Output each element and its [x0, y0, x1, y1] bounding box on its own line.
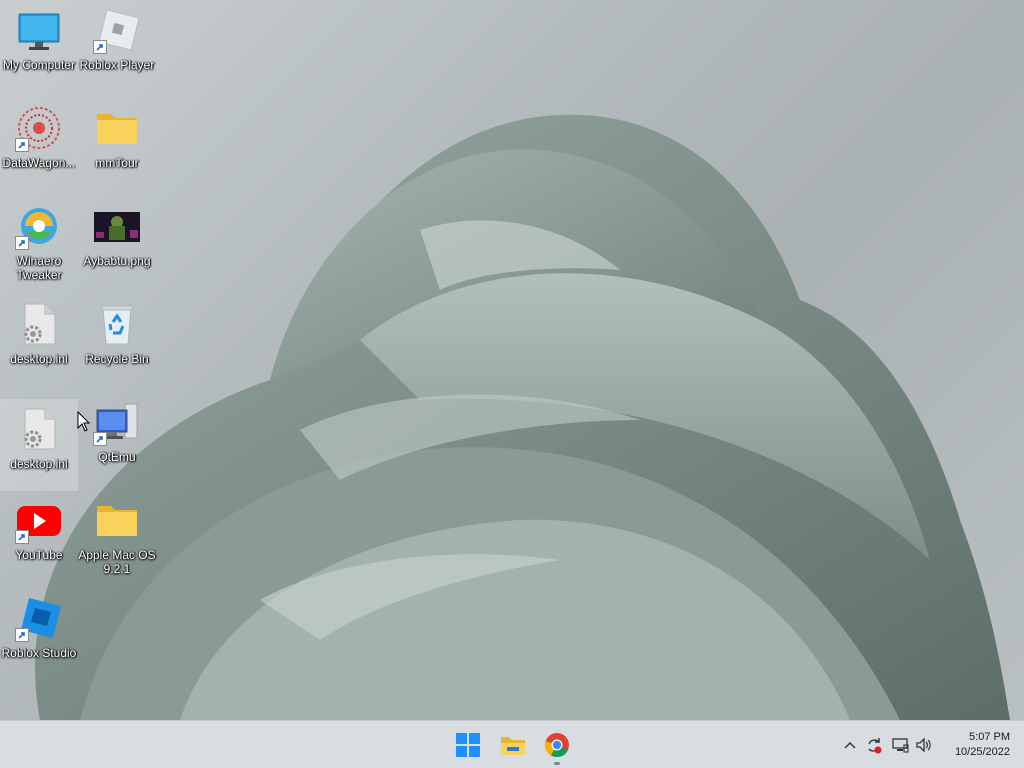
file-explorer-icon [501, 737, 525, 755]
desktop-icon-label: mmTour [95, 156, 139, 170]
desktop-icon-label: desktop.ini [10, 457, 68, 471]
clock-date: 10/25/2022 [954, 746, 1010, 758]
qtemu-icon [93, 398, 141, 446]
taskbar: 5:07 PM 10/25/2022 [0, 720, 1024, 768]
windows-logo-icon [456, 733, 480, 757]
desktop-icon-recycle-bin[interactable]: Recycle Bin [78, 294, 156, 386]
speaker-icon[interactable] [914, 735, 934, 755]
desktop-icon-roblox-player[interactable]: Roblox Player [78, 0, 156, 92]
chrome-button[interactable] [541, 729, 573, 765]
image-thumbnail-icon [93, 202, 141, 250]
desktop-icon-desktop-ini-1[interactable]: desktop.ini [0, 294, 78, 386]
sync-icon[interactable] [864, 735, 884, 755]
desktop-icon-my-computer[interactable]: My Computer [0, 0, 78, 92]
desktop-icon-roblox-studio[interactable]: Roblox Studio [0, 588, 78, 680]
winaero-icon [15, 202, 63, 250]
desktop-icon-desktop-ini-2[interactable]: desktop.ini [0, 399, 78, 491]
running-indicator [554, 762, 560, 765]
clock-time: 5:07 PM [969, 731, 1010, 743]
desktop-icon-label: QtEmu [98, 450, 136, 464]
desktop-icon-label: Apple Mac OS 9.2.1 [78, 548, 156, 576]
shortcut-arrow-icon [93, 40, 107, 54]
mouse-cursor-icon [77, 411, 91, 432]
shortcut-arrow-icon [15, 530, 29, 544]
desktop-icon-winaero-tweaker[interactable]: Winaero Tweaker [0, 196, 78, 288]
roblox-studio-icon [15, 594, 63, 642]
start-button[interactable] [452, 729, 484, 761]
shortcut-arrow-icon [15, 236, 29, 250]
youtube-icon [15, 496, 63, 544]
roblox-player-icon [93, 6, 141, 54]
folder-icon [93, 496, 141, 544]
clock[interactable]: 5:07 PM 10/25/2022 [955, 730, 1010, 760]
desktop-icon-apple-mac-os[interactable]: Apple Mac OS 9.2.1 [78, 490, 156, 582]
shortcut-arrow-icon [93, 432, 107, 446]
datawagon-icon [15, 104, 63, 152]
recycle-bin-icon [93, 300, 141, 348]
folder-icon [93, 104, 141, 152]
monitor-icon [15, 6, 63, 54]
desktop-icon-mmtour[interactable]: mmTour [78, 98, 156, 190]
desktop-icon-label: Recycle Bin [85, 352, 149, 366]
shortcut-arrow-icon [15, 138, 29, 152]
chevron-up-icon[interactable] [840, 735, 860, 755]
desktop-icon-label: DataWagon... [2, 156, 76, 170]
settings-file-icon [15, 300, 63, 348]
network-icon[interactable] [890, 735, 910, 755]
settings-file-icon [15, 405, 63, 453]
desktop-icon-label: desktop.ini [10, 352, 68, 366]
desktop[interactable]: My Computer DataWagon... Winaero Tweaker… [0, 0, 1024, 720]
desktop-icon-qtemu[interactable]: QtEmu [78, 392, 156, 484]
desktop-icon-label: Roblox Player [79, 58, 155, 72]
desktop-icon-aybabtu[interactable]: Aybabtu.png [78, 196, 156, 288]
shortcut-arrow-icon [15, 628, 29, 642]
chrome-icon [544, 733, 569, 758]
desktop-icon-label: My Computer [2, 58, 76, 72]
desktop-icon-label: Winaero Tweaker [16, 254, 62, 282]
desktop-icon-label: Roblox Studio [1, 646, 77, 660]
desktop-icon-label: Aybabtu.png [83, 254, 151, 268]
desktop-icon-label: YouTube [15, 548, 63, 562]
file-explorer-button[interactable] [497, 729, 529, 761]
desktop-icon-datawagon[interactable]: DataWagon... [0, 98, 78, 190]
desktop-icon-youtube[interactable]: YouTube [0, 490, 78, 582]
